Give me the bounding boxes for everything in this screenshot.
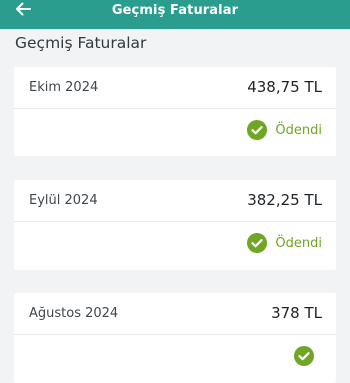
check-circle-icon bbox=[247, 120, 268, 140]
invoice-amount: 438,75 TL bbox=[247, 78, 322, 96]
invoice-month: Eylül 2024 bbox=[29, 193, 98, 208]
status-label: Ödendi bbox=[275, 122, 322, 138]
check-circle-icon bbox=[294, 346, 314, 366]
invoice-amount: 378 TL bbox=[271, 304, 322, 322]
divider bbox=[14, 334, 336, 335]
arrow-left-icon bbox=[14, 1, 32, 21]
app-bar-title: Geçmiş Faturalar bbox=[111, 2, 239, 18]
status-badge: Ödendi bbox=[247, 233, 322, 253]
invoice-card[interactable]: Ağustos 2024 378 TL bbox=[14, 293, 336, 383]
back-button[interactable] bbox=[9, 0, 37, 22]
status-badge bbox=[294, 346, 322, 366]
status-label: Ödendi bbox=[275, 235, 322, 251]
invoice-card[interactable]: Eylül 2024 382,25 TL Ödendi bbox=[14, 180, 336, 270]
check-circle-icon bbox=[247, 233, 268, 253]
invoice-amount: 382,25 TL bbox=[247, 191, 322, 209]
divider bbox=[14, 221, 336, 222]
app-bar: Geçmiş Faturalar bbox=[0, 0, 350, 29]
section-title: Geçmiş Faturalar bbox=[15, 34, 147, 52]
status-badge: Ödendi bbox=[247, 120, 322, 140]
invoice-month: Ağustos 2024 bbox=[29, 306, 119, 321]
invoice-card[interactable]: Ekim 2024 438,75 TL Ödendi bbox=[14, 67, 336, 156]
invoice-month: Ekim 2024 bbox=[29, 80, 99, 95]
divider bbox=[14, 108, 336, 109]
